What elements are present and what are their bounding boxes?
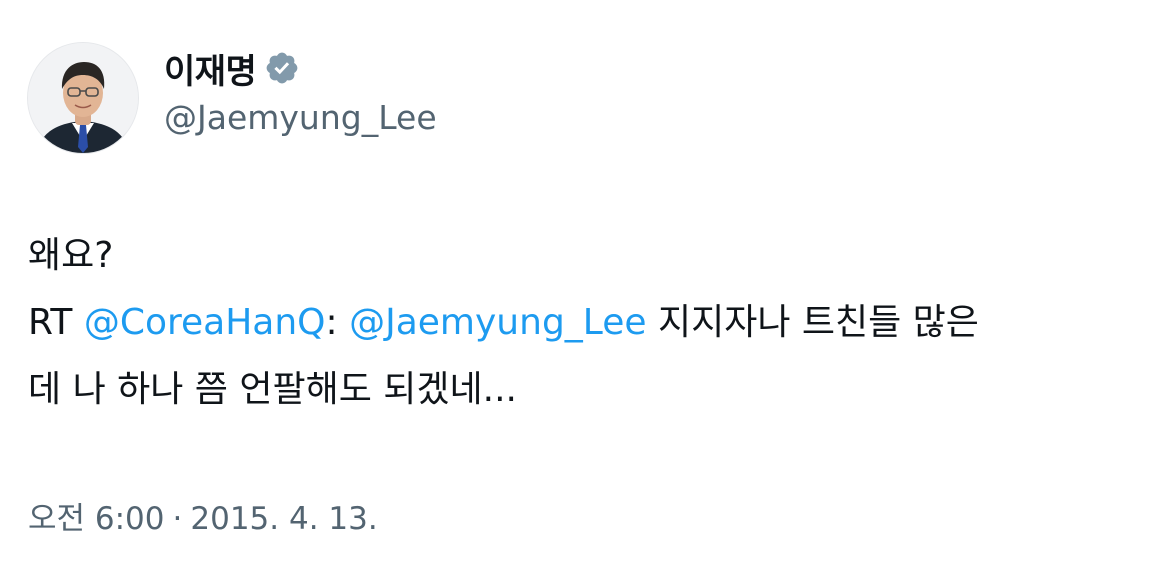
tweet-line-1: 왜요? <box>28 235 114 276</box>
display-name[interactable]: 이재명 <box>164 44 257 93</box>
author-handle[interactable]: @Jaemyung_Lee <box>164 98 437 137</box>
tweet-text-after-mention: 지지자나 트친들 많은 <box>646 302 979 343</box>
rt-colon: : <box>325 302 338 343</box>
tweet-line-2: RT @CoreaHanQ: @Jaemyung_Lee 지지자나 트친들 많은 <box>28 289 1148 356</box>
avatar[interactable] <box>27 42 139 154</box>
profile-photo-icon <box>28 43 138 153</box>
meta-separator: · <box>172 501 183 537</box>
tweet-date[interactable]: 2015. 4. 13. <box>190 501 377 537</box>
mention-corea-hanq[interactable]: @CoreaHanQ <box>84 302 326 343</box>
tweet-time[interactable]: 오전 6:00 <box>28 501 165 537</box>
rt-prefix: RT <box>28 302 73 343</box>
tweet-line-3: 데 나 하나 쯤 언팔해도 되겠네... <box>28 369 517 410</box>
tweet-header: 이재명 @Jaemyung_Lee <box>27 42 727 154</box>
tweet-text: 왜요? RT @CoreaHanQ: @Jaemyung_Lee 지지자나 트친… <box>28 222 1148 423</box>
display-name-row: 이재명 <box>164 44 437 93</box>
mention-jaemyung-lee[interactable]: @Jaemyung_Lee <box>349 302 646 343</box>
tweet-timestamp: 오전 6:00 · 2015. 4. 13. <box>28 493 378 538</box>
verified-badge-icon[interactable] <box>264 50 300 86</box>
tweet-card: 이재명 @Jaemyung_Lee 왜요? RT @CoreaHanQ: @Ja… <box>0 0 1170 568</box>
author-names: 이재명 @Jaemyung_Lee <box>164 44 437 138</box>
